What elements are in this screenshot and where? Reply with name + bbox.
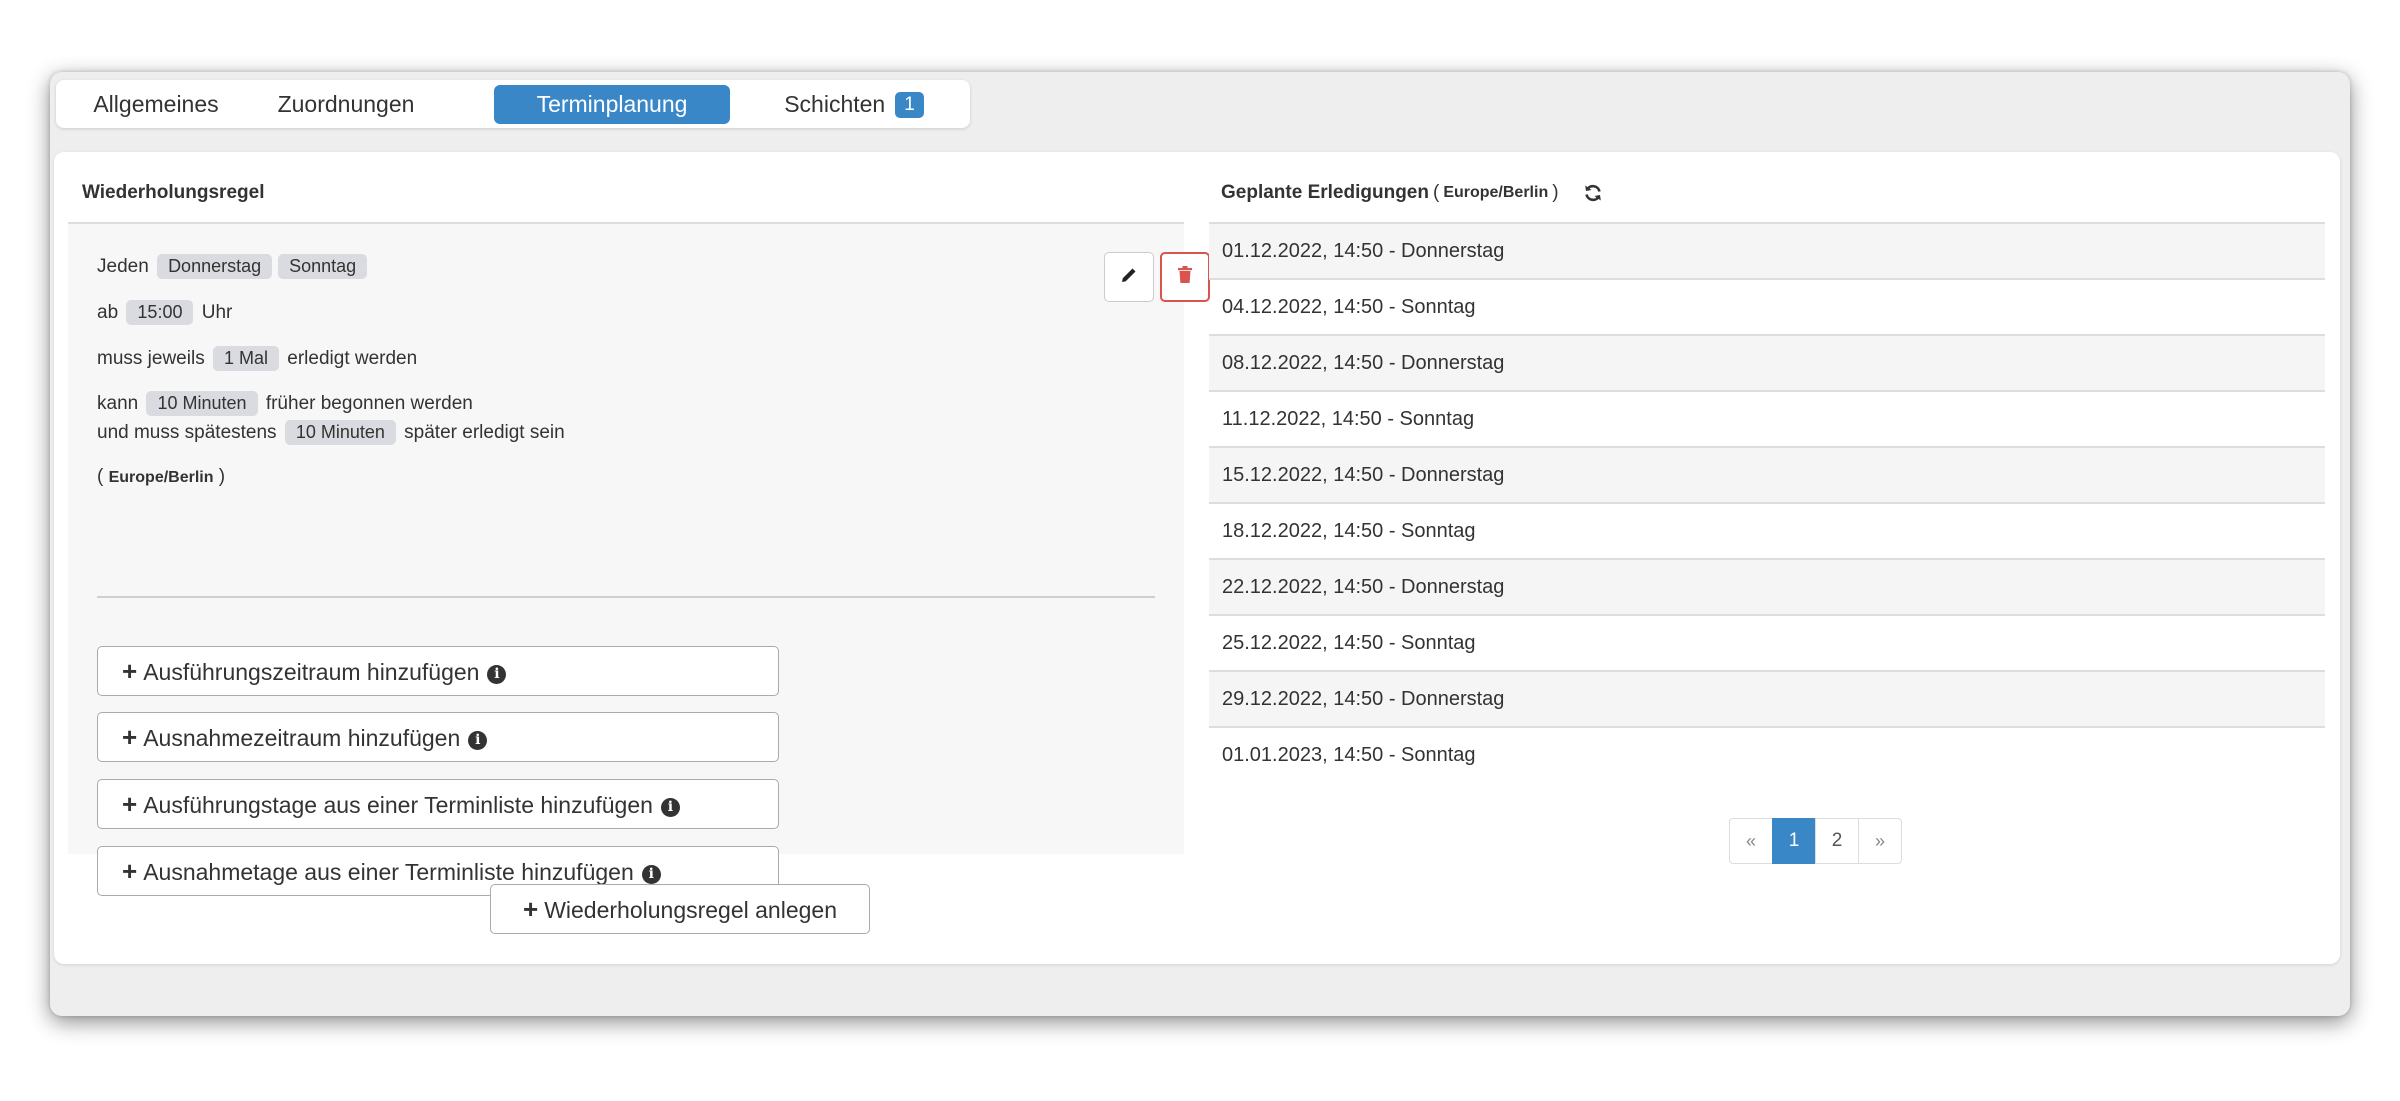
- info-icon[interactable]: i: [468, 731, 488, 750]
- info-icon[interactable]: i: [641, 865, 661, 884]
- paren-close: ): [1552, 182, 1559, 203]
- list-item: 22.12.2022, 14:50 - Donnerstag: [1209, 558, 2325, 614]
- rule-time-line: ab 15:00 Uhr: [97, 300, 232, 325]
- rule-days-prefix: Jeden: [97, 256, 149, 277]
- late-minutes-chip: 10 Minuten: [284, 420, 396, 445]
- rule-count-prefix: muss jeweils: [97, 348, 205, 369]
- rule-days-line: Jeden Donnerstag Sonntag: [97, 254, 370, 279]
- create-recurrence-rule-button[interactable]: + Wiederholungsregel anlegen: [490, 884, 870, 934]
- add-execution-period-label: Ausführungszeitraum hinzufügen: [143, 659, 480, 685]
- rule-late-suffix: später erledigt sein: [404, 422, 565, 443]
- scheduled-completions-title: Geplante Erledigungen ( Europe/Berlin ): [1221, 182, 1603, 204]
- early-minutes-chip: 10 Minuten: [146, 391, 258, 416]
- rule-time-suffix: Uhr: [201, 302, 233, 323]
- scheduled-timezone: Europe/Berlin: [1443, 184, 1549, 201]
- list-item: 01.12.2022, 14:50 - Donnerstag: [1209, 222, 2325, 278]
- add-exception-period-button[interactable]: + Ausnahmezeitraum hinzufügen i: [97, 712, 779, 762]
- timezone-label: Europe/Berlin: [108, 469, 214, 486]
- recurrence-rule-title: Wiederholungsregel: [82, 182, 265, 203]
- rule-time-prefix: ab: [97, 302, 119, 323]
- pagination: « 1 2 »: [1729, 818, 1902, 864]
- rule-count-line: muss jeweils 1 Mal erledigt werden: [97, 346, 417, 371]
- rule-early-suffix: früher begonnen werden: [265, 393, 473, 414]
- rule-early-line: kann 10 Minuten früher begonnen werden: [97, 391, 473, 416]
- tab-allgemeines[interactable]: Allgemeines: [62, 85, 250, 124]
- divider: [97, 596, 1155, 598]
- tab-terminplanung[interactable]: Terminplanung: [494, 85, 730, 124]
- create-recurrence-rule-label: Wiederholungsregel anlegen: [544, 897, 837, 923]
- time-chip: 15:00: [126, 300, 194, 325]
- rule-timezone: ( Europe/Berlin ): [97, 466, 226, 487]
- tab-schichten-label: Schichten: [784, 91, 886, 117]
- plus-icon: +: [523, 894, 539, 924]
- pagination-page-1[interactable]: 1: [1772, 818, 1816, 864]
- day-chip: Donnerstag: [157, 254, 273, 279]
- plus-icon: +: [122, 856, 138, 886]
- pagination-next[interactable]: »: [1858, 818, 1902, 864]
- list-item: 15.12.2022, 14:50 - Donnerstag: [1209, 446, 2325, 502]
- plus-icon: +: [122, 789, 138, 819]
- refresh-icon[interactable]: [1583, 183, 1603, 203]
- edit-rule-button[interactable]: [1104, 252, 1154, 302]
- list-item: 01.01.2023, 14:50 - Sonntag: [1209, 726, 2325, 782]
- rule-early-prefix: kann: [97, 393, 139, 414]
- add-execution-days-label: Ausführungstage aus einer Terminliste hi…: [143, 792, 653, 818]
- shift-count-badge: 1: [895, 92, 924, 118]
- add-exception-period-label: Ausnahmezeitraum hinzufügen: [143, 725, 461, 751]
- list-item: 08.12.2022, 14:50 - Donnerstag: [1209, 334, 2325, 390]
- list-item: 04.12.2022, 14:50 - Sonntag: [1209, 278, 2325, 334]
- rule-late-line: und muss spätestens 10 Minuten später er…: [97, 420, 565, 445]
- info-icon[interactable]: i: [487, 665, 507, 684]
- pagination-page-2[interactable]: 2: [1815, 818, 1859, 864]
- tab-zuordnungen[interactable]: Zuordnungen: [252, 85, 440, 124]
- plus-icon: +: [122, 656, 138, 686]
- add-execution-days-button[interactable]: + Ausführungstage aus einer Terminliste h…: [97, 779, 779, 829]
- info-icon[interactable]: i: [660, 798, 680, 817]
- rule-count-suffix: erledigt werden: [287, 348, 418, 369]
- day-chip: Sonntag: [278, 254, 368, 279]
- tab-bar: Allgemeines Zuordnungen Terminplanung Sc…: [56, 80, 970, 128]
- list-item: 18.12.2022, 14:50 - Sonntag: [1209, 502, 2325, 558]
- app-window: Allgemeines Zuordnungen Terminplanung Sc…: [50, 72, 2350, 1016]
- count-chip: 1 Mal: [212, 346, 279, 371]
- recurrence-rule-panel: Jeden Donnerstag Sonntag ab 15:00 Uhr mus…: [68, 224, 1210, 896]
- tab-schichten[interactable]: Schichten 1: [754, 85, 954, 124]
- pagination-prev[interactable]: «: [1729, 818, 1773, 864]
- plus-icon: +: [122, 722, 138, 752]
- scheduling-card: Wiederholungsregel Jeden Donnerstag Sonnt…: [54, 152, 2340, 964]
- delete-rule-button[interactable]: [1160, 252, 1210, 302]
- list-item: 29.12.2022, 14:50 - Donnerstag: [1209, 670, 2325, 726]
- add-execution-period-button[interactable]: + Ausführungszeitraum hinzufügen i: [97, 646, 779, 696]
- trash-icon: [1177, 265, 1193, 289]
- add-exception-days-label: Ausnahmetage aus einer Terminliste hinzu…: [143, 859, 634, 885]
- rule-late-prefix: und muss spätestens: [97, 422, 277, 443]
- list-item: 25.12.2022, 14:50 - Sonntag: [1209, 614, 2325, 670]
- list-item: 11.12.2022, 14:50 - Sonntag: [1209, 390, 2325, 446]
- scheduled-dates-list: 01.12.2022, 14:50 - Donnerstag 04.12.2022…: [1209, 222, 2325, 782]
- pencil-icon: [1119, 265, 1139, 290]
- scheduled-title-text: Geplante Erledigungen: [1221, 182, 1429, 203]
- paren-open: (: [1432, 182, 1440, 203]
